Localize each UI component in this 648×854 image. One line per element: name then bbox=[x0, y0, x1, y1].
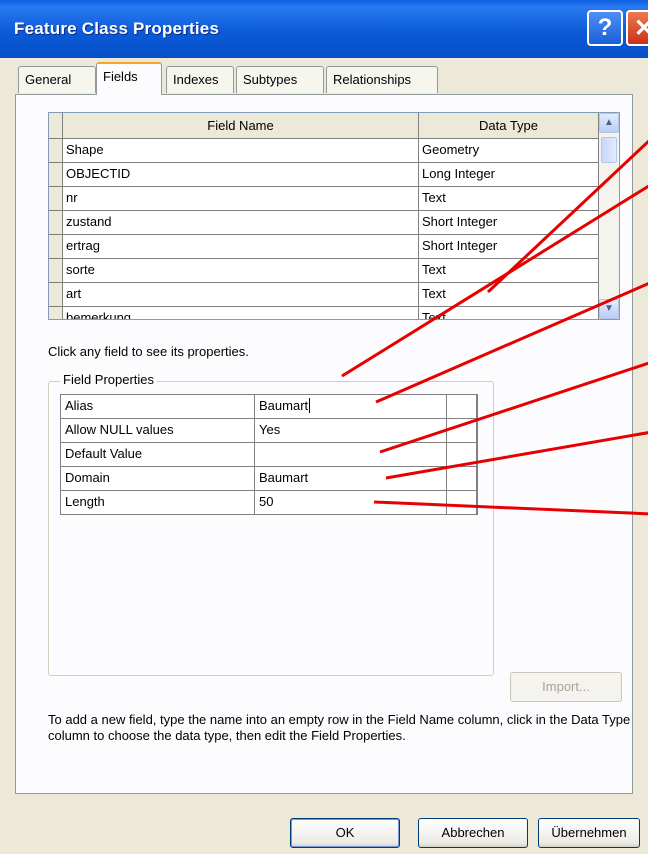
text-caret bbox=[309, 398, 311, 413]
help-text: To add a new field, type the name into a… bbox=[48, 712, 631, 743]
data-type-cell[interactable]: Text bbox=[419, 307, 599, 319]
fields-hint: Click any field to see its properties. bbox=[48, 344, 249, 359]
property-extra-cell[interactable] bbox=[447, 395, 477, 419]
data-type-cell[interactable]: Short Integer bbox=[419, 235, 599, 259]
data-type-cell[interactable]: Text bbox=[419, 259, 599, 283]
field-name-cell[interactable]: ertrag bbox=[63, 235, 419, 259]
apply-button[interactable]: Übernehmen bbox=[538, 818, 640, 848]
data-type-header[interactable]: Data Type bbox=[419, 113, 599, 139]
tab-indexes[interactable]: Indexes bbox=[166, 66, 234, 93]
property-row[interactable]: Alias Baumart bbox=[61, 395, 477, 419]
property-row[interactable]: Allow NULL values Yes bbox=[61, 419, 477, 443]
table-row[interactable]: OBJECTID Long Integer bbox=[49, 163, 599, 187]
row-selector[interactable] bbox=[49, 283, 63, 307]
chevron-up-icon: ▲ bbox=[604, 117, 614, 128]
property-value-cell[interactable]: Baumart bbox=[255, 467, 447, 491]
cancel-button[interactable]: Abbrechen bbox=[418, 818, 528, 848]
property-name-cell: Length bbox=[61, 491, 255, 515]
field-name-cell[interactable]: zustand bbox=[63, 211, 419, 235]
property-extra-cell[interactable] bbox=[447, 467, 477, 491]
data-type-cell[interactable]: Text bbox=[419, 283, 599, 307]
property-extra-cell[interactable] bbox=[447, 443, 477, 467]
field-properties-legend: Field Properties bbox=[60, 372, 158, 387]
property-name-cell: Alias bbox=[61, 395, 255, 419]
table-row[interactable]: ertrag Short Integer bbox=[49, 235, 599, 259]
tab-relationships[interactable]: Relationships bbox=[326, 66, 438, 93]
close-icon: ✕ bbox=[633, 14, 648, 42]
field-name-cell[interactable]: nr bbox=[63, 187, 419, 211]
field-name-cell[interactable]: art bbox=[63, 283, 419, 307]
table-row[interactable]: art Text bbox=[49, 283, 599, 307]
data-type-cell[interactable]: Long Integer bbox=[419, 163, 599, 187]
property-name-cell: Default Value bbox=[61, 443, 255, 467]
property-name-cell: Allow NULL values bbox=[61, 419, 255, 443]
scroll-down-button[interactable]: ▼ bbox=[599, 299, 619, 319]
window-title: Feature Class Properties bbox=[14, 19, 220, 38]
fields-scrollbar[interactable]: ▲ ▼ bbox=[599, 113, 619, 319]
data-type-cell[interactable]: Text bbox=[419, 187, 599, 211]
field-name-header[interactable]: Field Name bbox=[63, 113, 419, 139]
tab-general[interactable]: General bbox=[18, 66, 96, 93]
property-row[interactable]: Domain Baumart bbox=[61, 467, 477, 491]
table-row[interactable]: Shape Geometry bbox=[49, 139, 599, 163]
row-selector[interactable] bbox=[49, 211, 63, 235]
help-button[interactable]: ? bbox=[587, 10, 623, 46]
property-row[interactable]: Length 50 bbox=[61, 491, 477, 515]
property-value-cell[interactable]: 50 bbox=[255, 491, 447, 515]
data-type-cell[interactable]: Geometry bbox=[419, 139, 599, 163]
fields-grid[interactable]: Field Name Data Type ▲ ▼ Shape Geometry OB… bbox=[48, 112, 620, 320]
property-value-cell[interactable]: Yes bbox=[255, 419, 447, 443]
row-selector[interactable] bbox=[49, 259, 63, 283]
field-name-cell[interactable]: sorte bbox=[63, 259, 419, 283]
field-name-cell[interactable]: Shape bbox=[63, 139, 419, 163]
tab-subtypes[interactable]: Subtypes bbox=[236, 66, 324, 93]
grid-corner-header bbox=[49, 113, 63, 139]
scroll-up-button[interactable]: ▲ bbox=[599, 113, 619, 133]
help-icon: ? bbox=[597, 14, 613, 41]
property-value-cell[interactable]: Baumart bbox=[255, 395, 447, 419]
field-properties-grid[interactable]: Alias Baumart Allow NULL values Yes Default … bbox=[60, 394, 478, 515]
table-row[interactable]: zustand Short Integer bbox=[49, 211, 599, 235]
import-button[interactable]: Import... bbox=[510, 672, 622, 702]
field-name-cell[interactable]: bemerkung bbox=[63, 307, 419, 319]
row-selector[interactable] bbox=[49, 187, 63, 211]
field-name-cell[interactable]: OBJECTID bbox=[63, 163, 419, 187]
row-selector[interactable] bbox=[49, 139, 63, 163]
chevron-down-icon: ▼ bbox=[604, 303, 614, 314]
close-button[interactable]: ✕ bbox=[626, 10, 648, 46]
property-extra-cell[interactable] bbox=[447, 491, 477, 515]
property-value-cell[interactable] bbox=[255, 443, 447, 467]
table-row[interactable]: nr Text bbox=[49, 187, 599, 211]
property-extra-cell[interactable] bbox=[447, 419, 477, 443]
property-name-cell: Domain bbox=[61, 467, 255, 491]
ok-button[interactable]: OK bbox=[290, 818, 400, 848]
property-row[interactable]: Default Value bbox=[61, 443, 477, 467]
table-row[interactable]: sorte Text bbox=[49, 259, 599, 283]
scroll-thumb[interactable] bbox=[601, 137, 617, 163]
row-selector[interactable] bbox=[49, 235, 63, 259]
table-row[interactable]: bemerkung Text bbox=[49, 307, 599, 319]
tab-fields[interactable]: Fields bbox=[96, 62, 162, 95]
row-selector[interactable] bbox=[49, 163, 63, 187]
row-selector[interactable] bbox=[49, 307, 63, 319]
data-type-cell[interactable]: Short Integer bbox=[419, 211, 599, 235]
